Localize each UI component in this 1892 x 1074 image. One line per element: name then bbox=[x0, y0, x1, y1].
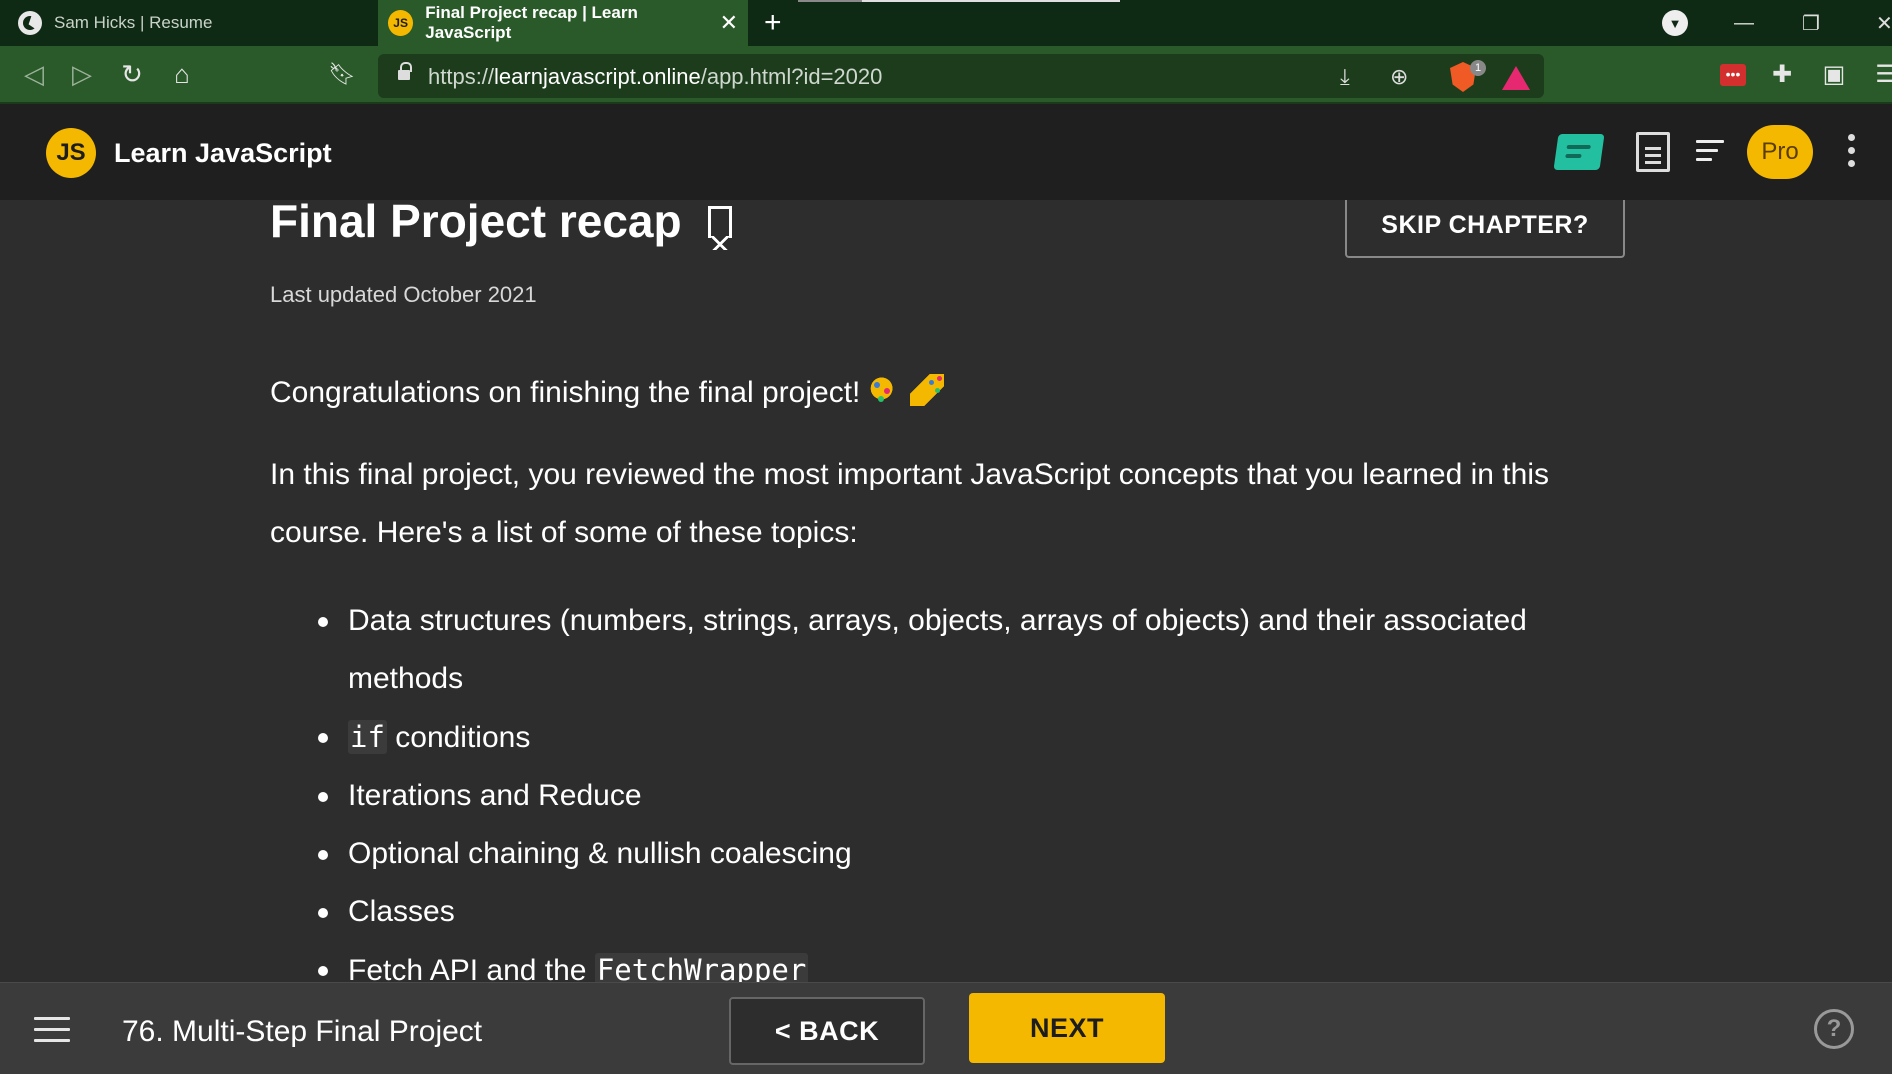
bookmark-icon[interactable] bbox=[708, 206, 732, 250]
wallet-icon[interactable]: ▣ bbox=[1816, 56, 1852, 92]
notes-icon[interactable] bbox=[1636, 132, 1670, 172]
tab-title: Sam Hicks | Resume bbox=[54, 13, 213, 32]
tab-title: Final Project recap | Learn JavaScript bbox=[425, 3, 638, 42]
globe-icon bbox=[18, 11, 42, 35]
forward-icon[interactable]: ▷ bbox=[64, 56, 100, 92]
js-logo-icon[interactable]: JS bbox=[46, 128, 96, 178]
url-text: https://learnjavascript.online/app.html?… bbox=[428, 64, 883, 89]
list-item: Optional chaining & nullish coalescing bbox=[318, 825, 1648, 883]
body-paragraph: In this final project, you reviewed the … bbox=[270, 458, 1549, 549]
list-item: Fetch API and the FetchWrapper bbox=[318, 941, 1648, 982]
zoom-icon[interactable]: ⊕ bbox=[1390, 64, 1408, 90]
shield-count-badge: 1 bbox=[1470, 60, 1486, 76]
puzzle-icon[interactable]: ✚ bbox=[1764, 56, 1800, 92]
app-title[interactable]: Learn JavaScript bbox=[114, 138, 332, 169]
home-icon[interactable]: ⌂ bbox=[164, 56, 200, 92]
table-of-contents-icon[interactable] bbox=[1696, 140, 1724, 162]
new-tab-button[interactable]: + bbox=[764, 6, 782, 40]
tab-final-project-recap[interactable]: JS Final Project recap | Learn JavaScrip… bbox=[378, 0, 748, 46]
list-item: if conditions bbox=[318, 708, 1648, 767]
bottom-nav-bar: 76. Multi-Step Final Project < BACK NEXT… bbox=[0, 982, 1892, 1074]
list-item: Classes bbox=[318, 883, 1648, 941]
party-emoji-icon bbox=[868, 374, 903, 406]
flashcards-icon[interactable] bbox=[1553, 134, 1605, 170]
topics-list: Data structures (numbers, strings, array… bbox=[318, 592, 1648, 982]
skip-chapter-button[interactable]: SKIP CHAPTER? bbox=[1345, 200, 1625, 258]
tab-resume[interactable]: Sam Hicks | Resume bbox=[0, 0, 378, 46]
more-options-icon[interactable] bbox=[1848, 134, 1856, 170]
hamburger-menu-icon[interactable] bbox=[34, 1017, 70, 1043]
next-button[interactable]: NEXT bbox=[969, 993, 1165, 1063]
lesson-content: Final Project recap SKIP CHAPTER? Last u… bbox=[0, 200, 1892, 982]
close-window-button[interactable]: ✕ bbox=[1876, 0, 1892, 46]
help-icon[interactable]: ? bbox=[1814, 1009, 1854, 1049]
intro-paragraph: Congratulations on finishing the final p… bbox=[270, 364, 1650, 422]
browser-tab-bar: Sam Hicks | Resume JS Final Project reca… bbox=[0, 0, 1892, 46]
close-icon[interactable]: ✕ bbox=[720, 10, 738, 36]
bookmark-page-icon[interactable]: 🔖︎ bbox=[324, 56, 360, 92]
list-item: Iterations and Reduce bbox=[318, 767, 1648, 825]
tab-scroll-indicator bbox=[798, 0, 1120, 2]
address-bar[interactable]: https://learnjavascript.online/app.html?… bbox=[378, 54, 1544, 98]
party-popper-emoji-icon bbox=[910, 374, 945, 406]
lock-icon bbox=[398, 62, 412, 82]
pro-badge[interactable]: Pro bbox=[1747, 125, 1813, 179]
tab-search-button[interactable]: ▼ bbox=[1662, 10, 1688, 36]
menu-icon[interactable]: ☰ bbox=[1868, 56, 1892, 92]
app-header: JS Learn JavaScript Pro bbox=[0, 104, 1892, 200]
page-title: Final Project recap bbox=[270, 200, 682, 247]
bat-rewards-icon[interactable] bbox=[1502, 66, 1530, 90]
last-updated: Last updated October 2021 bbox=[270, 282, 537, 307]
list-item: Data structures (numbers, strings, array… bbox=[318, 592, 1648, 708]
browser-toolbar: ◁ ▷ ↻ ⌂ 🔖︎ https://learnjavascript.onlin… bbox=[0, 46, 1892, 104]
extension-icon[interactable]: ••• bbox=[1720, 64, 1746, 86]
back-icon[interactable]: ◁ bbox=[16, 56, 52, 92]
reload-icon[interactable]: ↻ bbox=[114, 56, 150, 92]
js-favicon-icon: JS bbox=[388, 10, 414, 36]
restore-button[interactable]: ❐ bbox=[1802, 0, 1820, 46]
back-button[interactable]: < BACK bbox=[729, 997, 925, 1065]
chapter-label[interactable]: 76. Multi-Step Final Project bbox=[122, 1015, 482, 1049]
minimize-button[interactable]: — bbox=[1734, 0, 1754, 46]
download-icon[interactable]: ⤓ bbox=[1340, 64, 1350, 90]
